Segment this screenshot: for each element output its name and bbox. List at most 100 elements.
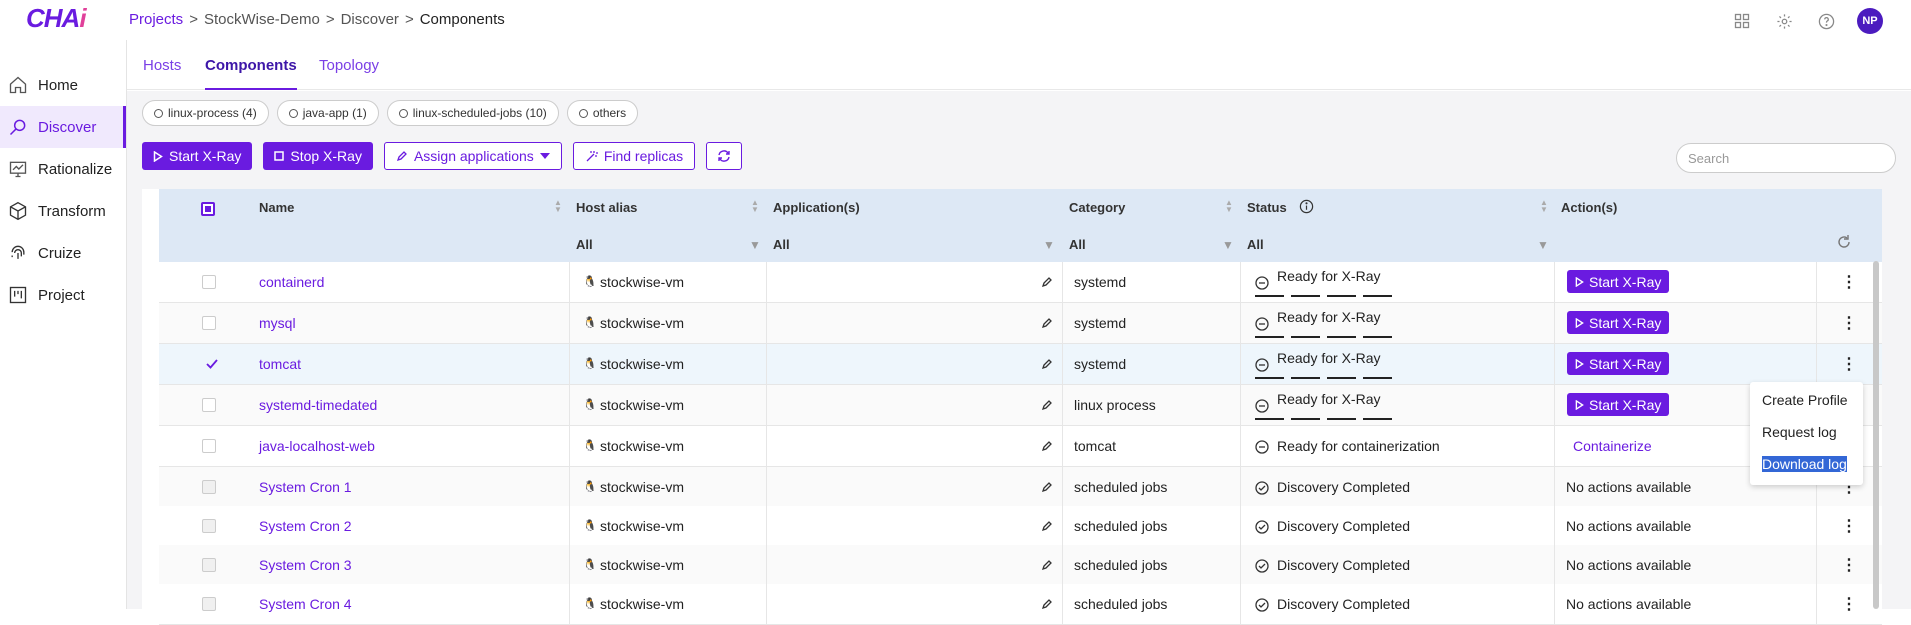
help-icon[interactable] [1815, 10, 1837, 32]
table-row[interactable]: System Cron 2 🐧 stockwise-vm scheduled jobs… [159, 506, 1882, 547]
breadcrumb-discover[interactable]: Discover [341, 11, 399, 28]
component-name-link[interactable]: systemd-timedated [259, 397, 377, 413]
linux-icon: 🐧 [583, 481, 597, 493]
filter-status[interactable]: All [1247, 237, 1264, 252]
start-xray-row-button[interactable]: Start X-Ray [1567, 311, 1670, 334]
tab-components[interactable]: Components [205, 57, 297, 90]
edit-icon[interactable] [1041, 276, 1053, 288]
table-row[interactable]: tomcat 🐧 stockwise-vm systemd Ready for X-Ra… [159, 344, 1882, 385]
component-name-link[interactable]: tomcat [259, 356, 301, 372]
app-logo[interactable]: CHAi [26, 3, 87, 34]
table-row[interactable]: systemd-timedated 🐧 stockwise-vm linux proc… [159, 385, 1882, 426]
table-row[interactable]: System Cron 1 🐧 stockwise-vm scheduled jobs… [159, 467, 1882, 508]
filter-category[interactable]: All [1069, 237, 1086, 252]
breadcrumb-projects[interactable]: Projects [129, 11, 183, 28]
sidebar-item-home[interactable]: Home [0, 64, 126, 106]
filter-host[interactable]: All [576, 237, 593, 252]
sort-icon[interactable]: ▲ ▼ [1225, 199, 1233, 214]
component-name-link[interactable]: containerd [259, 274, 324, 290]
sidebar-item-discover[interactable]: Discover [0, 106, 126, 148]
gear-icon[interactable] [1773, 10, 1795, 32]
assign-applications-button[interactable]: Assign applications [383, 142, 562, 170]
tab-topology[interactable]: Topology [319, 57, 379, 88]
component-name-link[interactable]: mysql [259, 315, 296, 331]
more-vertical-icon[interactable]: ⋮ [1841, 555, 1857, 575]
sidebar: Home Discover Rationalize Transform Crui… [0, 40, 127, 609]
component-name-link[interactable]: System Cron 4 [259, 596, 352, 612]
more-vertical-icon[interactable]: ⋮ [1841, 272, 1857, 292]
search-input[interactable]: Search [1676, 143, 1896, 173]
edit-icon[interactable] [1041, 358, 1053, 370]
play-icon [153, 150, 163, 162]
info-icon[interactable] [1299, 199, 1314, 214]
more-vertical-icon[interactable]: ⋮ [1841, 594, 1857, 614]
table-row[interactable]: java-localhost-web 🐧 stockwise-vm tomcat Rea… [159, 426, 1882, 467]
column-header-category[interactable]: Category [1069, 200, 1125, 215]
edit-icon[interactable] [1041, 399, 1053, 411]
sort-icon[interactable]: ▲ ▼ [554, 199, 562, 214]
table-row[interactable]: System Cron 4 🐧 stockwise-vm scheduled jobs… [159, 584, 1882, 625]
sidebar-item-rationalize[interactable]: Rationalize [0, 148, 126, 190]
edit-icon[interactable] [1041, 317, 1053, 329]
check-icon[interactable] [206, 359, 218, 369]
filter-applications[interactable]: All [773, 237, 790, 252]
edit-icon[interactable] [1041, 598, 1053, 610]
avatar[interactable]: NP [1857, 8, 1883, 34]
chip-linux-process[interactable]: linux-process (4) [142, 100, 269, 126]
table-row[interactable]: mysql 🐧 stockwise-vm systemd Ready for X-Ray… [159, 303, 1882, 344]
row-checkbox[interactable] [202, 519, 216, 533]
breadcrumb-project[interactable]: StockWise-Demo [204, 11, 320, 28]
table-row[interactable]: containerd 🐧 stockwise-vm systemd Ready for … [159, 262, 1882, 303]
column-header-host[interactable]: Host alias [576, 200, 637, 215]
start-xray-button[interactable]: Start X-Ray [142, 142, 253, 170]
chip-others[interactable]: others [566, 100, 639, 126]
refresh-button[interactable] [706, 142, 743, 170]
sidebar-item-cruize[interactable]: Cruize [0, 232, 126, 274]
column-header-status[interactable]: Status [1247, 200, 1287, 215]
column-header-name[interactable]: Name [259, 200, 294, 215]
more-vertical-icon[interactable]: ⋮ [1841, 516, 1857, 536]
row-checkbox[interactable] [202, 439, 216, 453]
more-vertical-icon[interactable]: ⋮ [1841, 313, 1857, 333]
tab-hosts[interactable]: Hosts [143, 57, 181, 88]
menu-item-request-log[interactable]: Request log [1762, 424, 1837, 440]
find-replicas-button[interactable]: Find replicas [572, 142, 696, 170]
chip-java-app[interactable]: java-app (1) [276, 100, 379, 126]
column-header-applications[interactable]: Application(s) [773, 200, 860, 215]
containerize-link[interactable]: Containerize [1573, 438, 1652, 454]
edit-icon[interactable] [1041, 481, 1053, 493]
filter-icon[interactable]: ▼ [1222, 238, 1234, 252]
grid-icon[interactable] [1731, 10, 1753, 32]
component-name-link[interactable]: System Cron 3 [259, 557, 352, 573]
row-checkbox[interactable] [202, 480, 216, 494]
edit-icon[interactable] [1041, 440, 1053, 452]
select-all-checkbox[interactable] [201, 202, 215, 216]
filter-icon[interactable]: ▼ [1537, 238, 1549, 252]
sort-icon[interactable]: ▲ ▼ [1540, 199, 1548, 214]
edit-icon[interactable] [1041, 520, 1053, 532]
row-checkbox[interactable] [202, 275, 216, 289]
sort-icon[interactable]: ▲ ▼ [751, 199, 759, 214]
row-checkbox[interactable] [202, 398, 216, 412]
row-checkbox[interactable] [202, 558, 216, 572]
reload-table-icon[interactable] [1836, 234, 1852, 250]
start-xray-row-button[interactable]: Start X-Ray [1567, 352, 1670, 375]
filter-icon[interactable]: ▼ [1043, 238, 1055, 252]
component-name-link[interactable]: java-localhost-web [259, 438, 375, 454]
start-xray-row-button[interactable]: Start X-Ray [1567, 393, 1670, 416]
more-vertical-icon[interactable]: ⋮ [1841, 354, 1857, 374]
menu-item-create-profile[interactable]: Create Profile [1762, 392, 1848, 408]
start-xray-row-button[interactable]: Start X-Ray [1567, 270, 1670, 293]
table-scrollbar[interactable] [1873, 261, 1879, 609]
component-name-link[interactable]: System Cron 2 [259, 518, 352, 534]
sidebar-item-transform[interactable]: Transform [0, 190, 126, 232]
row-checkbox[interactable] [202, 316, 216, 330]
table-row[interactable]: System Cron 3 🐧 stockwise-vm scheduled jobs… [159, 545, 1882, 586]
filter-icon[interactable]: ▼ [749, 238, 761, 252]
stop-xray-button[interactable]: Stop X-Ray [263, 142, 373, 170]
component-name-link[interactable]: System Cron 1 [259, 479, 352, 495]
menu-item-download-log[interactable]: Download log [1762, 456, 1847, 472]
edit-icon[interactable] [1041, 559, 1053, 571]
sidebar-item-project[interactable]: Project [0, 274, 126, 316]
chip-linux-scheduled-jobs[interactable]: linux-scheduled-jobs (10) [386, 100, 559, 126]
